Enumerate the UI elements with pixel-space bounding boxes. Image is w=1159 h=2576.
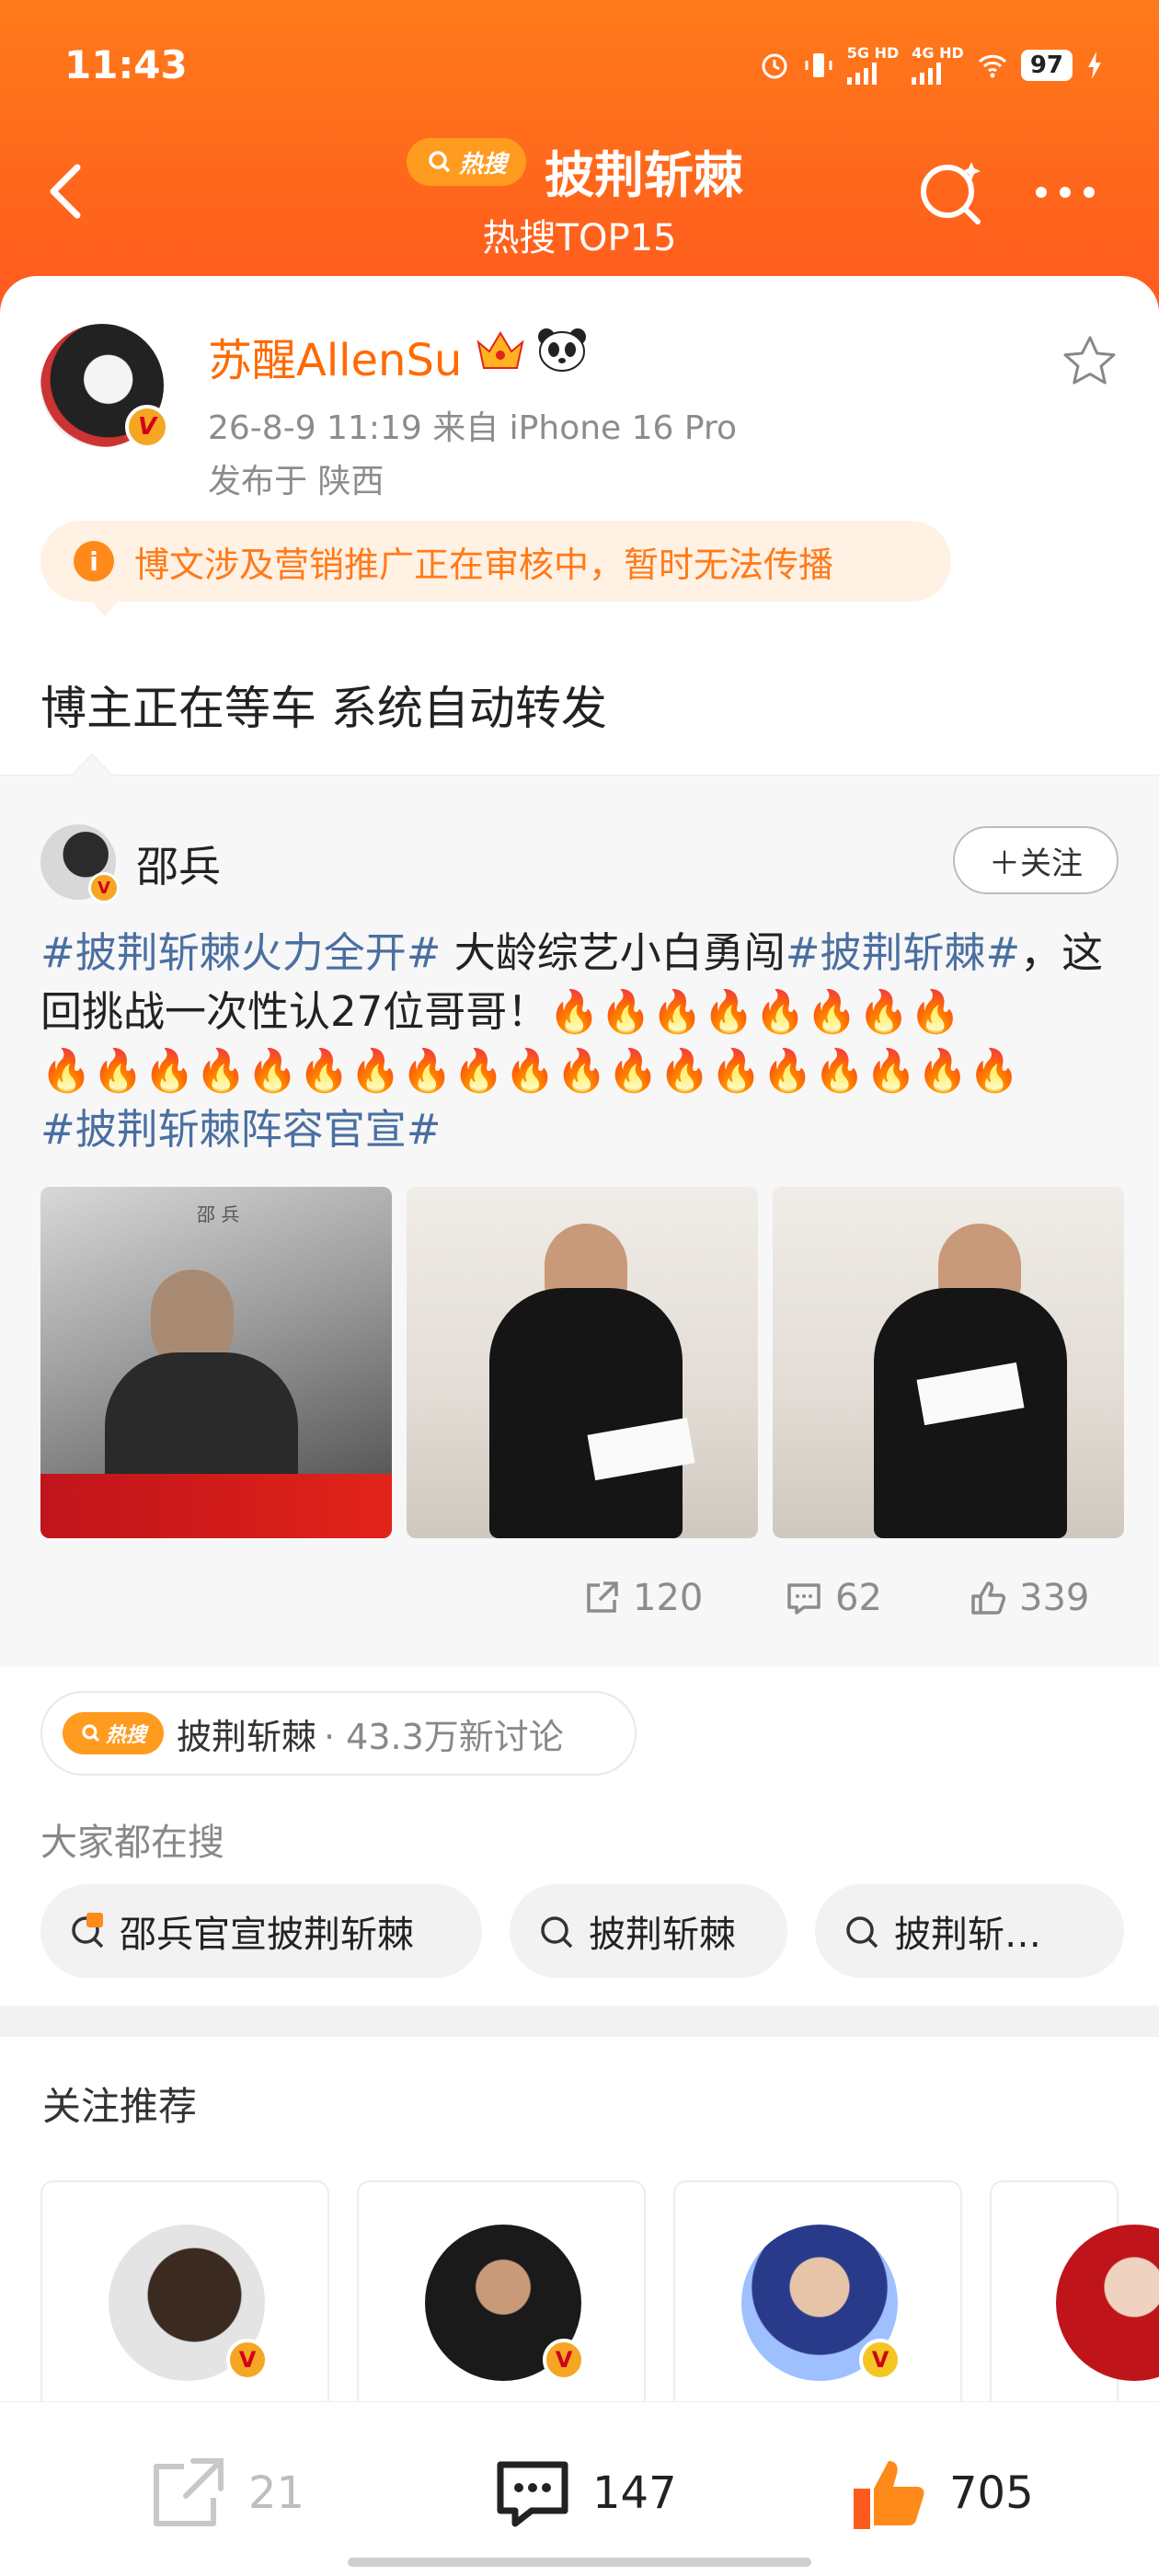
comment-count: 147 bbox=[592, 2467, 677, 2519]
review-notice: i 博文涉及营销推广正在审核中，暂时无法传播 bbox=[40, 521, 951, 616]
search-suggestion[interactable]: 披荆斩… bbox=[815, 1884, 1124, 1978]
vibrate-icon bbox=[805, 53, 832, 77]
repost-comment-button[interactable]: 62 bbox=[784, 1577, 882, 1619]
alarm-icon bbox=[762, 53, 787, 79]
search-icon bbox=[846, 1916, 878, 1949]
bottom-action-bar: 21 147 705 bbox=[0, 2401, 1159, 2576]
recommend-card[interactable]: V bbox=[673, 2180, 962, 2420]
photo-grid: 邵 兵 bbox=[40, 1187, 1124, 1538]
hot-label: 热搜 bbox=[458, 150, 507, 178]
post-location: 发布于 陕西 bbox=[208, 463, 384, 500]
verified-badge: V bbox=[226, 2339, 269, 2381]
repost-author-name[interactable]: 邵兵 bbox=[136, 834, 221, 894]
recommend-card[interactable]: V bbox=[40, 2180, 329, 2420]
recommend-card[interactable]: V bbox=[357, 2180, 646, 2420]
search-icon bbox=[429, 151, 451, 173]
repost-text: #披荆斩棘火力全开# 大龄综艺小白勇闯#披荆斩棘#，这回挑战一次性认27位哥哥！… bbox=[40, 928, 1104, 1154]
also-searching-list: 邵兵官宣披荆斩棘 披荆斩棘 披荆斩… bbox=[40, 1884, 1124, 1978]
hot-topic-stat: · 43.3万新讨论 bbox=[324, 1716, 564, 1757]
wifi-icon bbox=[978, 54, 1006, 78]
recommend-avatar bbox=[1056, 2225, 1159, 2381]
repost-count: 21 bbox=[248, 2467, 305, 2519]
hot-topic-name: 披荆斩棘 bbox=[177, 1716, 317, 1757]
photo-2[interactable] bbox=[407, 1187, 758, 1538]
hot-topic-chip[interactable]: 热搜 披荆斩棘 · 43.3万新讨论 bbox=[40, 1691, 637, 1776]
comment-icon bbox=[497, 2461, 568, 2527]
comment-icon bbox=[787, 1583, 820, 1615]
review-notice-text: 博文涉及营销推广正在审核中，暂时无法传播 bbox=[134, 544, 834, 585]
like-count: 705 bbox=[949, 2467, 1034, 2519]
hot-search-badge: 热搜 bbox=[63, 1712, 164, 1754]
repost-button[interactable]: 21 bbox=[147, 2454, 304, 2533]
post-text: 博主正在等车 系统自动转发 bbox=[40, 682, 607, 735]
search-sparkle-icon[interactable] bbox=[916, 156, 990, 230]
network-4g: 4G HD bbox=[912, 46, 964, 85]
recommend-list: V V V bbox=[40, 2180, 1159, 2420]
also-searching-title: 大家都在搜 bbox=[40, 1822, 224, 1864]
photo-3[interactable] bbox=[773, 1187, 1124, 1538]
repost-verified-badge: V bbox=[88, 872, 120, 903]
crown-icon bbox=[476, 331, 524, 369]
follow-button[interactable]: ＋关注 bbox=[953, 826, 1119, 894]
recommend-title: 关注推荐 bbox=[42, 2084, 198, 2129]
status-time: 11:43 bbox=[64, 42, 188, 87]
hashtag-link[interactable]: #披荆斩棘火力全开# bbox=[40, 928, 441, 977]
more-options-icon[interactable] bbox=[1036, 178, 1109, 206]
network-5g: 5G HD bbox=[846, 46, 899, 85]
section-divider bbox=[0, 2006, 1159, 2037]
search-icon bbox=[541, 1916, 573, 1949]
hot-search-icon bbox=[72, 1913, 104, 1949]
repost-like-button[interactable]: 339 bbox=[968, 1577, 1089, 1619]
hashtag-link[interactable]: #披荆斩棘阵容官宣# bbox=[40, 1105, 441, 1154]
battery-level: 97 bbox=[1020, 50, 1073, 81]
charging-icon bbox=[1088, 52, 1101, 79]
header: 11:43 5G HD 4G HD 97 热搜 披荆斩棘 热搜TOP15 bbox=[0, 0, 1159, 313]
thumbs-up-icon bbox=[854, 2461, 924, 2529]
repost-stats: 120 62 339 bbox=[0, 1577, 1159, 1632]
status-icons: 5G HD 4G HD 97 bbox=[759, 46, 1104, 85]
status-bar: 11:43 5G HD 4G HD 97 bbox=[0, 0, 1159, 138]
author-name[interactable]: 苏醒AllenSu bbox=[208, 324, 462, 388]
favorite-star-icon[interactable] bbox=[1061, 333, 1119, 390]
search-icon bbox=[82, 1724, 100, 1742]
post-time-source: 26-8-9 11:19 来自 iPhone 16 Pro bbox=[208, 409, 737, 447]
fire-emoji-line: 🔥🔥🔥🔥🔥🔥🔥🔥🔥🔥🔥🔥🔥🔥🔥🔥🔥🔥🔥 bbox=[40, 1046, 1020, 1095]
repost-share-button[interactable]: 120 bbox=[581, 1577, 703, 1619]
comment-button[interactable]: 147 bbox=[491, 2454, 677, 2533]
photo-1[interactable]: 邵 兵 bbox=[40, 1187, 392, 1538]
verified-badge: V bbox=[859, 2339, 901, 2381]
panda-icon bbox=[538, 328, 586, 372]
hot-search-badge: 热搜 bbox=[407, 138, 526, 186]
photo-caption: 邵 兵 bbox=[197, 1203, 240, 1225]
recommend-card[interactable] bbox=[990, 2180, 1159, 2420]
verified-badge: V bbox=[543, 2339, 585, 2381]
page-title: 披荆斩棘 bbox=[545, 146, 743, 204]
fire-emoji-line: 🔥🔥🔥🔥🔥🔥🔥🔥 bbox=[548, 987, 961, 1036]
share-icon bbox=[587, 1581, 618, 1613]
search-suggestion[interactable]: 邵兵官宣披荆斩棘 bbox=[40, 1884, 482, 1978]
verified-badge: V bbox=[125, 405, 169, 449]
share-icon bbox=[154, 2458, 224, 2526]
hashtag-link[interactable]: #披荆斩棘# bbox=[786, 928, 1020, 977]
home-indicator[interactable] bbox=[348, 2558, 811, 2567]
like-button[interactable]: 705 bbox=[848, 2454, 1034, 2533]
like-icon bbox=[971, 1581, 1006, 1615]
info-icon: i bbox=[74, 541, 114, 581]
search-suggestion[interactable]: 披荆斩棘 bbox=[510, 1884, 787, 1978]
